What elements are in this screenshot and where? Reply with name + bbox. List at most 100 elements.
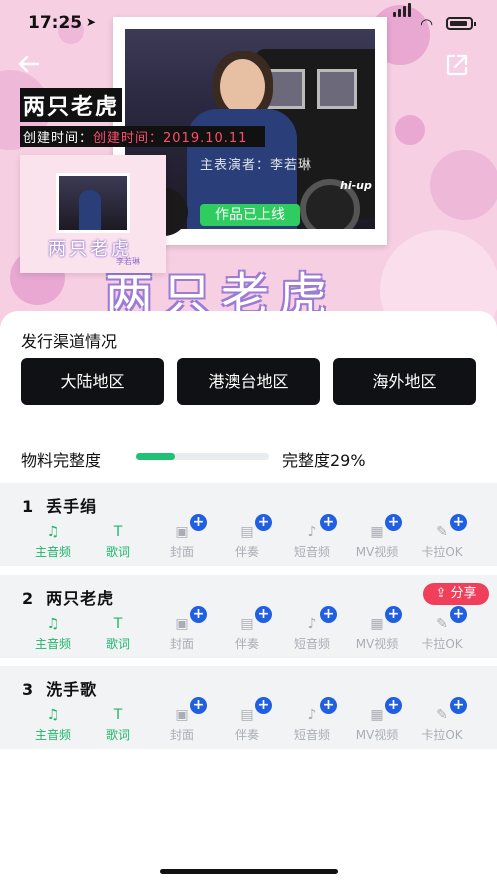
material-item[interactable]: T 歌词 (88, 523, 148, 560)
music-note-icon: ♫ (46, 616, 60, 632)
song-row-title: 3 洗手歌 (22, 676, 97, 700)
material-item[interactable]: ▣ 封面 + (152, 606, 212, 652)
add-plus-icon[interactable]: + (190, 606, 207, 623)
add-plus-icon[interactable]: + (450, 606, 467, 623)
material-item-label: 主音频 (34, 637, 71, 651)
add-plus-icon[interactable]: + (190, 697, 207, 714)
decor-bubble (395, 115, 425, 145)
add-plus-icon[interactable]: + (385, 697, 402, 714)
completeness-label: 物料完整度 (21, 451, 102, 470)
material-item[interactable]: ✎ 卡拉OK + (412, 514, 472, 560)
add-plus-icon[interactable]: + (320, 606, 337, 623)
material-items: ♫ 主音频 T 歌词 ▣ 封面 + ▤ 伴奏 + ♪ 短音频 + ▦ MV视频 + ✎ 卡拉OK + (0, 514, 497, 563)
add-plus-icon[interactable]: + (255, 514, 272, 531)
page-title: 两只老虎 (20, 88, 123, 122)
material-item-label: 封面 (169, 637, 194, 651)
material-item-label: 短音频 (293, 728, 330, 742)
material-item-label: 短音频 (293, 545, 330, 559)
created-time: 创建时间：创建时间：2019.10.11 (20, 126, 265, 147)
song-index: 3 (22, 680, 35, 699)
material-item[interactable]: ✎ 卡拉OK + (412, 606, 472, 652)
material-item[interactable]: ▦ MV视频 + (347, 514, 407, 560)
back-arrow-icon[interactable] (16, 51, 42, 77)
song-row[interactable]: 1 丢手绢 ♫ 主音频 T 歌词 ▣ 封面 + ▤ 伴奏 + ♪ 短音频 + ▦ MV视频 + ✎ 卡拉OK + (0, 483, 497, 566)
material-item-label: 主音频 (34, 728, 71, 742)
song-row-title: 1 丢手绢 (22, 493, 97, 517)
completeness-text: 完整度29% (282, 451, 366, 470)
decor-bubble (430, 150, 497, 220)
add-plus-icon[interactable]: + (255, 697, 272, 714)
material-item-label: MV视频 (355, 637, 399, 651)
channel-hk-macau-taiwan-button[interactable]: 港澳台地区 (177, 358, 320, 405)
material-item-label: 歌词 (105, 545, 130, 559)
distribution-title: 发行渠道情况 (21, 332, 118, 351)
material-item[interactable]: ▦ MV视频 + (347, 606, 407, 652)
material-item[interactable]: ▤ 伴奏 + (217, 697, 277, 743)
add-plus-icon[interactable]: + (450, 514, 467, 531)
material-item[interactable]: ♪ 短音频 + (282, 606, 342, 652)
detail-sheet: 发行渠道情况 大陆地区 港澳台地区 海外地区 物料完整度 完整度29% 1 丢手绢… (0, 311, 497, 883)
song-row[interactable]: 3 洗手歌 ♫ 主音频 T 歌词 ▣ 封面 + ▤ 伴奏 + ♪ 短音频 + ▦ MV视频 + ✎ 卡拉OK + (0, 666, 497, 749)
performer-text: 主表演者：李若琳 (200, 158, 313, 173)
material-item-label: 伴奏 (234, 545, 259, 559)
completeness-progress-fill (136, 453, 175, 460)
material-item-label: 卡拉OK (421, 728, 463, 742)
material-items: ♫ 主音频 T 歌词 ▣ 封面 + ▤ 伴奏 + ♪ 短音频 + ▦ MV视频 + ✎ 卡拉OK + (0, 697, 497, 746)
album-thumbnail[interactable]: 两只老虎 李若琳 (20, 155, 166, 273)
material-item[interactable]: ▣ 封面 + (152, 514, 212, 560)
add-plus-icon[interactable]: + (255, 606, 272, 623)
song-name: 两只老虎 (46, 589, 115, 608)
material-item[interactable]: ♫ 主音频 (23, 615, 83, 652)
material-item[interactable]: ♫ 主音频 (23, 523, 83, 560)
material-item[interactable]: T 歌词 (88, 615, 148, 652)
material-item[interactable]: ▦ MV视频 + (347, 697, 407, 743)
add-plus-icon[interactable]: + (450, 697, 467, 714)
completeness-progress-bar (136, 453, 269, 460)
material-item[interactable]: ♪ 短音频 + (282, 514, 342, 560)
song-row-title: 2 两只老虎 (22, 585, 114, 609)
title-block: 两只老虎 创建时间：创建时间：2019.10.11 (20, 88, 265, 147)
song-index: 2 (22, 589, 35, 608)
external-share-icon[interactable] (444, 52, 470, 78)
add-plus-icon[interactable]: + (385, 606, 402, 623)
add-plus-icon[interactable]: + (385, 514, 402, 531)
material-item[interactable]: ▤ 伴奏 + (217, 514, 277, 560)
status-bar: 17:25 ➤ ◠ (0, 0, 497, 46)
created-value: 创建时间：2019.10.11 (93, 131, 248, 146)
song-name: 丢手绢 (46, 497, 98, 516)
material-item[interactable]: ♪ 短音频 + (282, 697, 342, 743)
share-button[interactable]: ⇪ 分享 (423, 583, 489, 605)
location-arrow-icon: ➤ (86, 15, 97, 29)
add-plus-icon[interactable]: + (320, 514, 337, 531)
material-item[interactable]: ♫ 主音频 (23, 706, 83, 743)
material-item[interactable]: ✎ 卡拉OK + (412, 697, 472, 743)
home-indicator (160, 869, 338, 874)
material-item-label: MV视频 (355, 545, 399, 559)
status-time: 17:25 (28, 13, 83, 33)
material-item-label: 卡拉OK (421, 637, 463, 651)
add-plus-icon[interactable]: + (190, 514, 207, 531)
material-item[interactable]: ▣ 封面 + (152, 697, 212, 743)
material-item[interactable]: T 歌词 (88, 706, 148, 743)
material-item-label: 伴奏 (234, 728, 259, 742)
share-label: 分享 (450, 586, 477, 601)
thumbnail-photo (56, 173, 130, 233)
material-item-label: 短音频 (293, 637, 330, 651)
lyrics-icon: T (113, 616, 123, 632)
add-plus-icon[interactable]: + (320, 697, 337, 714)
music-note-icon: ♫ (46, 524, 60, 540)
material-item-label: 封面 (169, 728, 194, 742)
channel-mainland-button[interactable]: 大陆地区 (21, 358, 164, 405)
channel-overseas-button[interactable]: 海外地区 (333, 358, 476, 405)
material-item-label: 歌词 (105, 637, 130, 651)
lyrics-icon: T (113, 707, 123, 723)
material-item-label: 伴奏 (234, 637, 259, 651)
song-row[interactable]: 2 两只老虎 ⇪ 分享 ♫ 主音频 T 歌词 ▣ 封面 + ▤ 伴奏 + ♪ 短音频 + ▦ MV视频 + ✎ 卡拉OK… (0, 575, 497, 658)
material-item[interactable]: ▤ 伴奏 + (217, 606, 277, 652)
material-item-label: MV视频 (355, 728, 399, 742)
wifi-icon: ◠ (420, 15, 434, 33)
music-note-icon: ♫ (46, 707, 60, 723)
song-name: 洗手歌 (46, 680, 98, 699)
upload-share-icon: ⇪ (435, 586, 451, 601)
material-item-label: 封面 (169, 545, 194, 559)
